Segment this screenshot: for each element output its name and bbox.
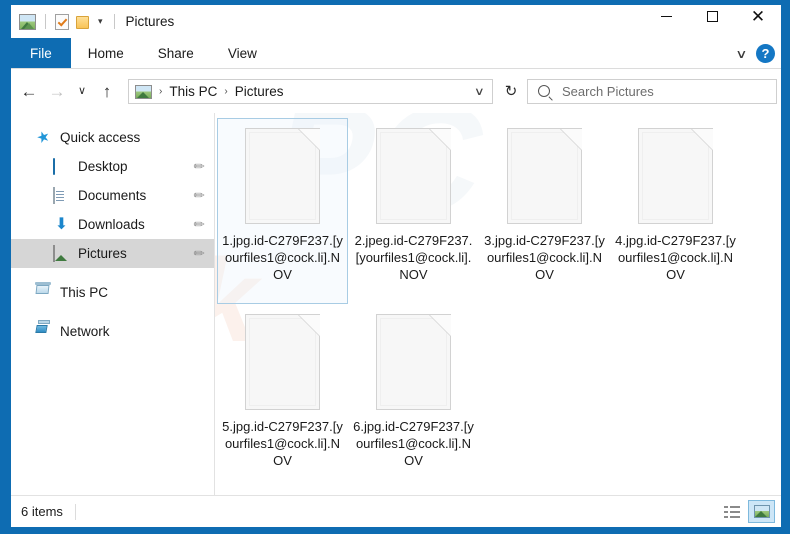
help-icon[interactable]: ? — [756, 44, 775, 63]
search-box[interactable]: Search Pictures — [527, 78, 777, 104]
file-name-label: 6.jpg.id-C279F237.[yourfiles1@cock.li].N… — [353, 419, 474, 468]
file-name-label: 1.jpg.id-C279F237.[yourfiles1@cock.li].N… — [222, 233, 343, 282]
file-name-label: 2.jpeg.id-C279F237.[yourfiles1@cock.li].… — [354, 233, 473, 282]
ribbon-tab-bar: File Home Share View ∨ ? — [11, 38, 781, 69]
view-mode-buttons — [718, 500, 775, 523]
forward-button[interactable]: → — [43, 77, 71, 105]
large-icons-view-button[interactable] — [748, 500, 775, 523]
sidebar-item-label: Desktop — [78, 159, 128, 174]
sidebar-item-this-pc[interactable]: This PC — [11, 278, 214, 307]
up-button[interactable]: ↑ — [93, 77, 121, 105]
tab-home[interactable]: Home — [71, 38, 141, 69]
sidebar-item-documents[interactable]: Documents ✐ — [11, 181, 214, 210]
navigation-pane: ★ Quick access Desktop ✐ Documents ✐ ⬇ D… — [11, 113, 214, 495]
pin-icon[interactable]: ✐ — [189, 157, 207, 175]
file-item[interactable]: 5.jpg.id-C279F237.[yourfiles1@cock.li].N… — [217, 304, 348, 490]
tab-view[interactable]: View — [211, 38, 274, 69]
maximize-button[interactable] — [689, 0, 735, 33]
sidebar-item-label: Quick access — [60, 130, 141, 145]
large-icons-view-icon — [753, 505, 770, 518]
ribbon-divider — [11, 68, 781, 69]
window-controls: ✕ — [643, 0, 781, 33]
generic-file-icon — [507, 128, 582, 224]
close-button[interactable]: ✕ — [735, 0, 781, 33]
sidebar-item-label: Network — [60, 324, 110, 339]
title-bar: ▾ Pictures ✕ — [11, 5, 781, 38]
generic-file-icon — [245, 314, 320, 410]
item-count-label: 6 items — [21, 504, 63, 519]
toolbar-divider — [113, 14, 115, 29]
sidebar-item-pictures[interactable]: Pictures ✐ — [11, 239, 214, 268]
file-list-pane[interactable]: PC risk 1.jpg.id-C279F237.[yourfiles1@co… — [214, 113, 781, 495]
expand-ribbon-icon[interactable]: ∨ — [735, 48, 747, 60]
sidebar-item-desktop[interactable]: Desktop ✐ — [11, 152, 214, 181]
maximize-icon — [706, 11, 718, 22]
address-dropdown-icon[interactable]: ∨ — [474, 85, 490, 98]
address-bar[interactable]: › This PC › Pictures ∨ — [128, 78, 493, 104]
ribbon-controls: ∨ ? — [735, 38, 781, 69]
breadcrumb-pictures[interactable]: Pictures — [235, 84, 284, 99]
file-item[interactable]: 6.jpg.id-C279F237.[yourfiles1@cock.li].N… — [348, 304, 479, 490]
file-grid: 1.jpg.id-C279F237.[yourfiles1@cock.li].N… — [215, 113, 781, 490]
back-button[interactable]: ← — [15, 77, 43, 105]
generic-file-icon — [638, 128, 713, 224]
details-view-icon — [723, 505, 740, 518]
window-title: Pictures — [125, 14, 175, 29]
generic-file-icon — [376, 128, 451, 224]
toolbar-divider — [45, 14, 46, 29]
main-area: ★ Quick access Desktop ✐ Documents ✐ ⬇ D… — [11, 113, 781, 495]
pin-icon[interactable]: ✐ — [189, 186, 207, 204]
sidebar-item-label: Downloads — [78, 217, 145, 232]
search-icon — [538, 85, 550, 97]
desktop-icon — [53, 157, 70, 175]
refresh-button[interactable]: ↻ — [498, 78, 524, 104]
file-item[interactable]: 2.jpeg.id-C279F237.[yourfiles1@cock.li].… — [348, 118, 479, 304]
minimize-icon — [660, 16, 672, 17]
address-pictures-icon — [135, 84, 152, 99]
network-icon — [35, 324, 52, 340]
sidebar-item-label: Documents — [78, 188, 147, 203]
sidebar-item-network[interactable]: Network — [11, 317, 214, 346]
status-bar: 6 items — [11, 495, 781, 527]
tab-share[interactable]: Share — [141, 38, 211, 69]
tab-file[interactable]: File — [11, 38, 71, 69]
sidebar-item-label: This PC — [60, 285, 109, 300]
sidebar-item-label: Pictures — [78, 246, 127, 261]
pictures-icon — [53, 244, 70, 262]
file-name-label: 3.jpg.id-C279F237.[yourfiles1@cock.li].N… — [484, 233, 605, 282]
breadcrumb-separator: › — [224, 85, 228, 97]
status-divider — [74, 503, 76, 520]
file-name-label: 4.jpg.id-C279F237.[yourfiles1@cock.li].N… — [615, 233, 736, 282]
pin-icon[interactable]: ✐ — [189, 244, 207, 262]
generic-file-icon — [376, 314, 451, 410]
quick-access-toolbar: ▾ — [11, 13, 117, 30]
picture-icon[interactable] — [19, 13, 36, 30]
sidebar-item-downloads[interactable]: ⬇ Downloads ✐ — [11, 210, 214, 239]
search-input[interactable]: Search Pictures — [562, 84, 654, 99]
this-pc-icon — [35, 285, 52, 301]
pin-icon[interactable]: ✐ — [189, 215, 207, 233]
sidebar-item-quick-access[interactable]: ★ Quick access — [11, 123, 214, 152]
details-view-button[interactable] — [718, 500, 745, 523]
ribbon-tabs: File Home Share View — [11, 38, 274, 69]
properties-icon[interactable] — [55, 13, 69, 30]
minimize-button[interactable] — [643, 0, 689, 33]
file-name-label: 5.jpg.id-C279F237.[yourfiles1@cock.li].N… — [222, 419, 343, 468]
generic-file-icon — [245, 128, 320, 224]
file-item[interactable]: 4.jpg.id-C279F237.[yourfiles1@cock.li].N… — [610, 118, 741, 304]
documents-icon — [53, 186, 70, 204]
file-item[interactable]: 3.jpg.id-C279F237.[yourfiles1@cock.li].N… — [479, 118, 610, 304]
file-explorer-window: ▾ Pictures ✕ File Home Share View ∨ ? ← … — [0, 0, 790, 534]
star-icon: ★ — [34, 126, 53, 148]
file-item[interactable]: 1.jpg.id-C279F237.[yourfiles1@cock.li].N… — [217, 118, 348, 304]
downloads-icon: ⬇ — [54, 215, 69, 233]
recent-locations-button[interactable]: ∨ — [71, 77, 93, 105]
breadcrumb-this-pc[interactable]: This PC — [169, 84, 217, 99]
new-folder-icon[interactable] — [76, 15, 89, 29]
chevron-down-icon[interactable]: ▾ — [96, 17, 105, 26]
breadcrumb-separator: › — [159, 85, 163, 97]
navigation-bar: ← → ∨ ↑ › This PC › Pictures ∨ ↻ Search … — [11, 69, 781, 113]
